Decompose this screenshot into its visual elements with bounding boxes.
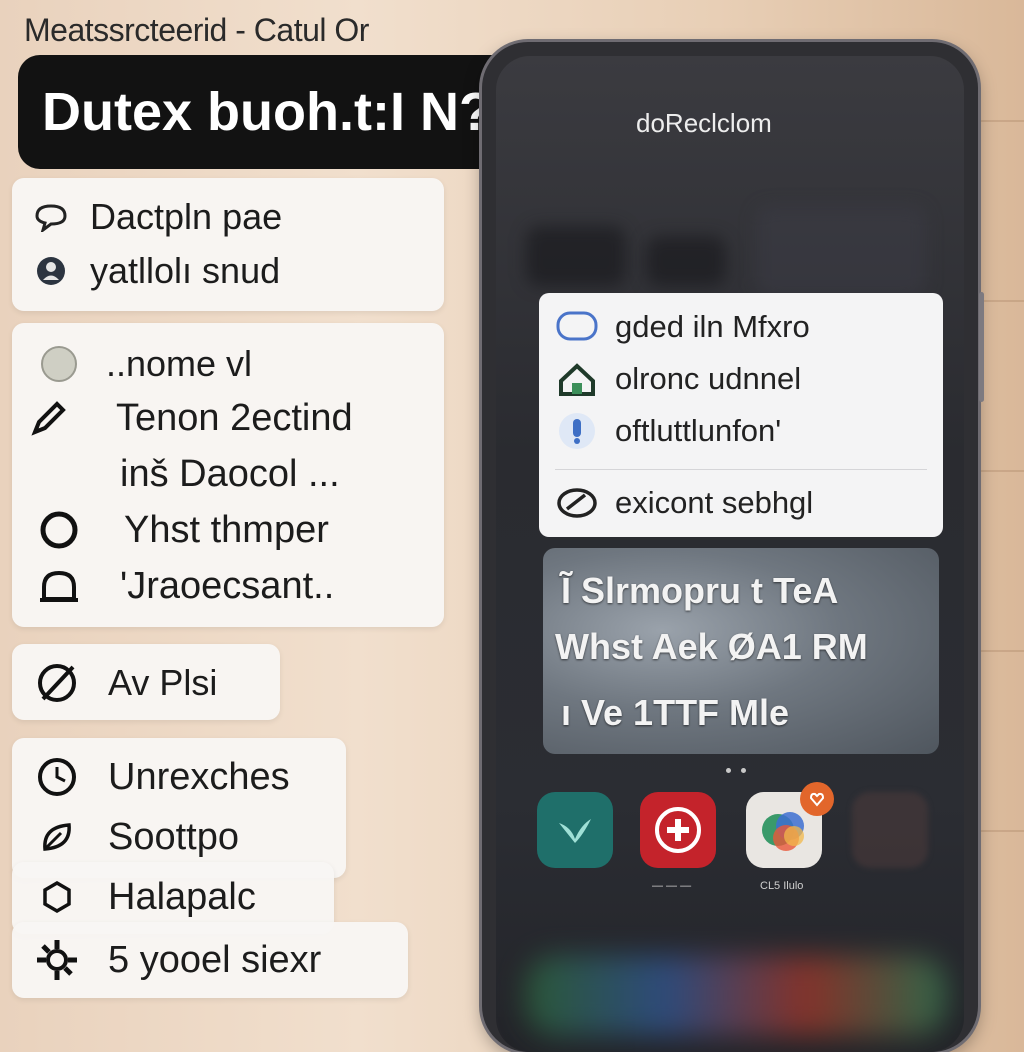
list-item-label: Halapalc: [108, 875, 256, 918]
context-menu: gded iln Mfxro olronc udnnel oftluttlunf…: [539, 293, 943, 537]
menu-item[interactable]: exicont sebhgl: [539, 477, 813, 529]
bird-app-icon[interactable]: [537, 792, 613, 868]
app-label: — — —: [652, 880, 692, 892]
blurred-content: [646, 236, 726, 286]
phone-screen: doReclclom gded iln Mfxro olronc udnnel: [496, 56, 964, 1052]
leaf-icon: [32, 817, 82, 857]
chat-bubble-icon: [539, 310, 615, 344]
phone-title: doReclclom: [636, 108, 772, 138]
home-icon: [539, 361, 615, 397]
info-panel-middle: ..nome vl Tenon 2ectind inš Daocol ... Y…: [12, 323, 444, 627]
list-item[interactable]: yatllolı snud: [12, 246, 280, 296]
notice-line: Whst Aek ØA1 RM: [555, 626, 868, 667]
notification-badge: [800, 782, 834, 816]
blurred-app-icon[interactable]: [852, 792, 928, 868]
list-item-label: Dactpln pae: [90, 196, 283, 237]
notice-card[interactable]: Ĩ Slrmopru t TeA Whst Aek ØA1 RM ı Ve 1T…: [543, 548, 939, 754]
list-item[interactable]: ..nome vl: [12, 337, 252, 391]
blurred-content: [756, 206, 926, 296]
notice-line: ı Ve 1TTF Mle: [561, 692, 790, 733]
notice-line: Ĩ Slrmopru t TeA: [561, 570, 839, 611]
list-item-label: yatllolı snud: [90, 250, 281, 291]
menu-item[interactable]: oftluttlunfon': [539, 405, 781, 457]
page-header: Meatssrcteerid - Catul Or: [24, 12, 369, 48]
ring-icon: [34, 509, 84, 551]
list-item-label: Tenon 2ectind: [116, 396, 353, 439]
bell-icon: [34, 567, 84, 605]
edit-icon: [539, 485, 615, 521]
person-circle-icon: [26, 255, 76, 287]
page-indicator: [726, 768, 746, 773]
menu-item[interactable]: gded iln Mfxro: [539, 301, 810, 353]
dock-blur: [526, 956, 946, 1036]
blurred-content: [526, 226, 626, 286]
speech-bubble-icon: [26, 202, 76, 232]
list-item-label: Av Plsi: [108, 662, 218, 703]
info-panel-bottom: Unrexches Soottpo: [12, 738, 346, 878]
list-item-label: ..nome vl: [106, 343, 253, 384]
list-item-label: Soottpo: [108, 815, 239, 858]
list-item[interactable]: Av Plsi: [12, 656, 217, 710]
gear-icon: [32, 937, 82, 983]
list-item-label: 'Jraoecsant..: [120, 564, 335, 607]
plus-app-icon[interactable]: [640, 792, 716, 868]
menu-item[interactable]: olronc udnnel: [539, 353, 801, 405]
list-item[interactable]: Halapalc: [12, 870, 256, 924]
menu-item-label: gded iln Mfxro: [615, 309, 810, 344]
person-icon: [539, 411, 615, 451]
banner-title: Dutex buoh.t:I N?: [42, 82, 492, 142]
menu-item-label: olronc udnnel: [615, 361, 802, 396]
no-entry-icon: [32, 661, 82, 705]
list-item[interactable]: Tenon 2ectind: [12, 391, 353, 445]
list-item-label: inš Daocol ...: [120, 452, 340, 495]
phone-device: doReclclom gded iln Mfxro olronc udnnel: [482, 42, 984, 1052]
list-item-label: Yhst thmper: [124, 508, 329, 551]
hexagon-icon: [32, 879, 82, 915]
pencil-icon: [24, 398, 74, 438]
title-banner: Dutex buoh.t:I N?: [18, 55, 558, 169]
info-panel-top: Dactpln pae yatllolı snud: [12, 178, 444, 311]
list-item[interactable]: Yhst thmper: [12, 503, 329, 557]
avatar-circle-icon: [34, 345, 84, 383]
list-item[interactable]: 'Jraoecsant..: [12, 559, 334, 613]
clock-icon: [32, 755, 82, 799]
menu-item-label: exicont sebhgl: [615, 485, 814, 520]
list-item-label: 5 yooel siexr: [108, 938, 322, 981]
menu-divider: [555, 469, 927, 470]
list-item[interactable]: inš Daocol ...: [12, 447, 340, 501]
list-item[interactable]: Dactpln pae: [12, 192, 282, 242]
side-button: [979, 292, 984, 402]
list-item[interactable]: Soottpo: [12, 810, 239, 864]
list-item[interactable]: Unrexches: [12, 750, 290, 804]
list-item-label: Unrexches: [108, 755, 290, 798]
info-panel-small[interactable]: Av Plsi: [12, 644, 280, 720]
info-panel-last[interactable]: 5 yooel siexr: [12, 922, 408, 998]
list-item[interactable]: 5 yooel siexr: [12, 932, 321, 988]
menu-item-label: oftluttlunfon': [615, 413, 782, 448]
app-label: CL5 Ilulo: [760, 880, 804, 892]
